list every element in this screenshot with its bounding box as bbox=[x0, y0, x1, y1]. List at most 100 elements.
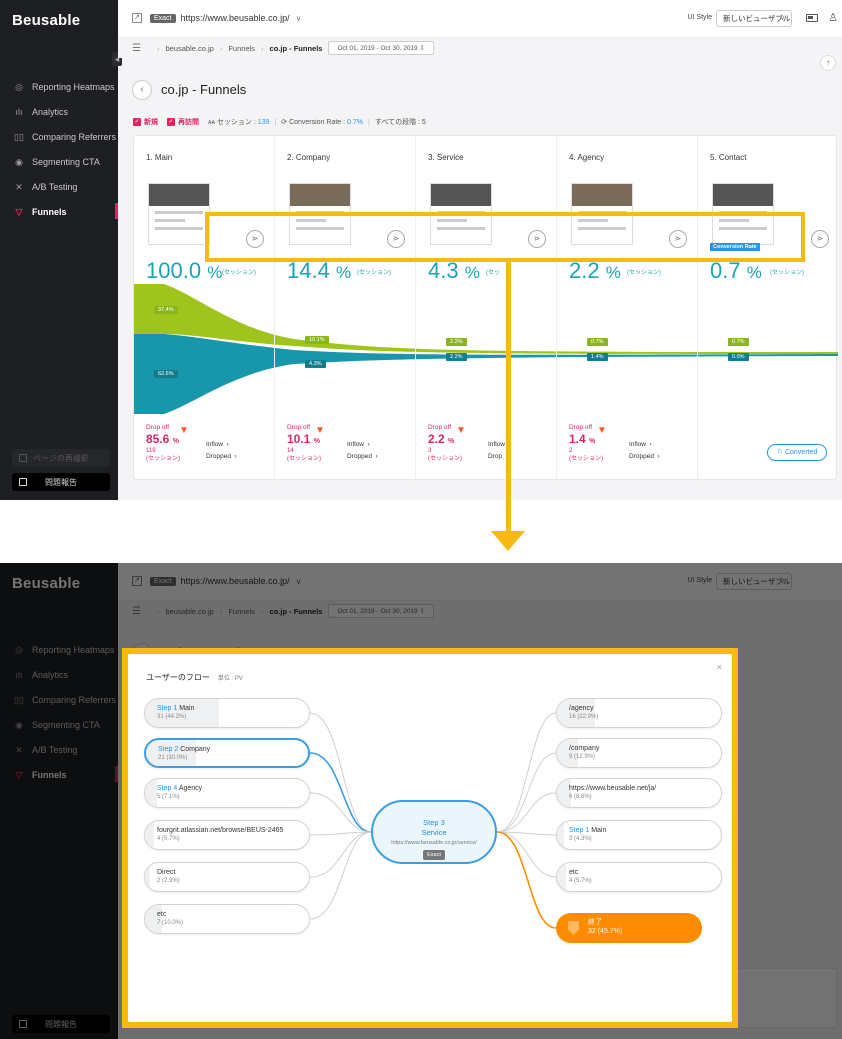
outbound-node[interactable]: etc 4 (5.7%) bbox=[556, 862, 722, 892]
node-name: Agency bbox=[178, 785, 203, 792]
drop-sess: (セッション) bbox=[428, 456, 462, 462]
node-count: 4 (5.7%) bbox=[157, 836, 180, 842]
highlight-box bbox=[205, 212, 805, 262]
flow-tag-continued: 2.2% bbox=[446, 338, 467, 346]
drop-value: 85.6 bbox=[146, 432, 170, 446]
drop-sess: (セッション) bbox=[287, 456, 321, 462]
outbound-node[interactable]: /agency 16 (22.9%) bbox=[556, 698, 722, 728]
returning-visitor-checkbox[interactable]: ✓ bbox=[167, 118, 175, 126]
node-name: /agency bbox=[569, 705, 594, 712]
flow-tag-new: 1.4% bbox=[587, 353, 608, 361]
funnel-icon: ▽ bbox=[15, 206, 23, 217]
sidebar-item-comparing-referrers[interactable]: ▯▯ Comparing Referrers bbox=[0, 124, 118, 149]
drop-off-count: 2 (セッション) bbox=[569, 447, 603, 463]
inbound-connector bbox=[309, 712, 372, 833]
inflow-link[interactable]: Inflow › bbox=[347, 441, 370, 448]
breadcrumb-funnels[interactable]: Funnels bbox=[228, 44, 255, 53]
pct-unit: % bbox=[746, 263, 762, 282]
drop-sess: (セッション) bbox=[569, 456, 603, 462]
drop-arrow-icon: ▼ bbox=[179, 425, 189, 436]
page-title: co.jp - Funnels bbox=[161, 82, 247, 97]
sidebar-item-analytics[interactable]: ılı Analytics bbox=[0, 99, 118, 124]
ui-style-select[interactable]: 新しいビューザブル bbox=[716, 10, 792, 27]
inbound-node[interactable]: fourgrit.atlassian.net/browse/BEUS-2465 4… bbox=[144, 820, 310, 850]
report-issue-button[interactable]: 問題報告 bbox=[12, 473, 110, 491]
step-name: 3. Service bbox=[428, 153, 464, 162]
outbound-node[interactable]: /company 9 (12.9%) bbox=[556, 738, 722, 768]
node-count: 16 (22.9%) bbox=[569, 714, 599, 720]
user-icon[interactable]: ♙ bbox=[828, 11, 838, 24]
converted-button[interactable]: ⚐ Converted bbox=[767, 444, 827, 461]
page-thumbnail[interactable] bbox=[148, 183, 210, 245]
ab-test-icon: ✕ bbox=[15, 181, 23, 192]
outbound-node[interactable]: Step 1 Main 3 (4.3%) bbox=[556, 820, 722, 850]
inbound-node[interactable]: Step 1 Main 31 (44.3%) bbox=[144, 698, 310, 728]
flow-tag-new: 2.2% bbox=[446, 353, 467, 361]
drop-off-count: 119 (セッション) bbox=[146, 447, 180, 463]
new-visitor-checkbox[interactable]: ✓ bbox=[133, 118, 141, 126]
flow-detail-button[interactable]: ⋗ bbox=[811, 230, 829, 248]
url-selector[interactable]: ↗ Exact https://www.beusable.co.jp/ ∨ bbox=[132, 13, 301, 23]
drop-off-label: Drop off bbox=[146, 424, 170, 431]
inbound-node[interactable]: etc 7 (10.0%) bbox=[144, 904, 310, 934]
recapture-label: ページの再撮影 bbox=[33, 453, 89, 463]
date-range-select[interactable]: Oct 01, 2019 - Oct 30, 2019 bbox=[328, 41, 434, 55]
match-badge: Exact bbox=[150, 13, 176, 23]
compare-icon: ▯▯ bbox=[14, 131, 24, 142]
node-name: /company bbox=[569, 745, 600, 752]
external-link-icon[interactable]: ↗ bbox=[132, 13, 142, 23]
drop-off-percent: 1.4 % bbox=[569, 432, 596, 446]
flow-tag-continued: 10.1% bbox=[305, 336, 329, 344]
sidebar-item-ab-testing[interactable]: ✕ A/B Testing bbox=[0, 174, 118, 199]
sidebar-item-funnels[interactable]: ▽ Funnels bbox=[0, 199, 118, 224]
dropped-link[interactable]: Dropped › bbox=[347, 453, 378, 460]
new-visitor-label: 新規 bbox=[144, 119, 158, 126]
drop-arrow-icon: ▼ bbox=[597, 425, 607, 436]
menu-icon[interactable]: ☰ bbox=[132, 43, 141, 54]
dropped-link[interactable]: Dropped › bbox=[629, 453, 660, 460]
breadcrumb-site[interactable]: beusable.co.jp bbox=[165, 44, 213, 53]
top-bar: ↗ Exact https://www.beusable.co.jp/ ∨ UI… bbox=[118, 0, 842, 38]
close-icon[interactable]: × bbox=[717, 662, 722, 672]
inbound-connector bbox=[309, 792, 372, 833]
node-name: Main bbox=[179, 705, 195, 712]
recapture-button[interactable]: ページの再撮影 bbox=[12, 449, 110, 467]
inbound-connector bbox=[309, 831, 372, 878]
dropped-link[interactable]: Dropped › bbox=[206, 453, 237, 460]
sidebar-item-segmenting-cta[interactable]: ◉ Segmenting CTA bbox=[0, 149, 118, 174]
inbound-node[interactable]: Step 4 Agency 5 (7.1%) bbox=[144, 778, 310, 808]
inbound-node[interactable]: Step 2 Company 21 (30.0%) bbox=[144, 738, 310, 768]
center-step: Step 3 bbox=[423, 818, 445, 827]
drop-off-label: Drop off bbox=[569, 424, 593, 431]
drop-arrow-icon: ▼ bbox=[456, 425, 466, 436]
returning-visitor-label: 再訪問 bbox=[178, 119, 199, 126]
node-step: Step 1 bbox=[569, 827, 590, 834]
step-name: 2. Company bbox=[287, 153, 331, 162]
chevron-down-icon[interactable]: ∨ bbox=[296, 14, 302, 23]
center-url: https://www.beusable.co.jp/service/ bbox=[391, 840, 477, 846]
battery-icon bbox=[806, 14, 818, 22]
back-button[interactable]: ‹ bbox=[132, 80, 152, 100]
sessions-unit: (セッション) bbox=[627, 270, 661, 276]
exit-count: 32 (45.7%) bbox=[588, 928, 623, 935]
heatmap-icon: ◎ bbox=[15, 81, 23, 92]
sidebar-item-label: Analytics bbox=[32, 106, 69, 117]
inflow-link[interactable]: Inflow › bbox=[629, 441, 652, 448]
drop-count: 14 bbox=[287, 448, 294, 454]
arrow-connector bbox=[506, 262, 511, 532]
inbound-node[interactable]: Direct 2 (2.9%) bbox=[144, 862, 310, 892]
sessions-unit: (セッション) bbox=[770, 270, 804, 276]
sessions-unit: (セッション) bbox=[357, 270, 391, 276]
modal-title: ユーザーのフロー 単位 : PV bbox=[146, 672, 243, 683]
sessions-value: 139 bbox=[257, 118, 270, 126]
outbound-node[interactable]: https://www.beusable.net/ja/6 (8.6%) bbox=[556, 778, 722, 808]
funnel-step-4: 4. Agency ⋗ 2.2 % (セッション) Drop off 1.4 % ▼ 2 (セッ… bbox=[557, 136, 698, 481]
node-count: 2 (2.9%) bbox=[157, 878, 180, 884]
drop-arrow-icon: ▼ bbox=[315, 425, 325, 436]
dropped-link[interactable]: Drop › bbox=[488, 453, 508, 460]
breadcrumb: ☰ › beusable.co.jp › Funnels › co.jp - F… bbox=[118, 38, 842, 58]
sidebar-item-reporting-heatmaps[interactable]: ◎ Reporting Heatmaps bbox=[0, 74, 118, 99]
flow-tag-continued: 0.7% bbox=[587, 338, 608, 346]
inflow-link[interactable]: Inflow › bbox=[206, 441, 229, 448]
scroll-top-button[interactable]: ↑ bbox=[820, 55, 836, 71]
